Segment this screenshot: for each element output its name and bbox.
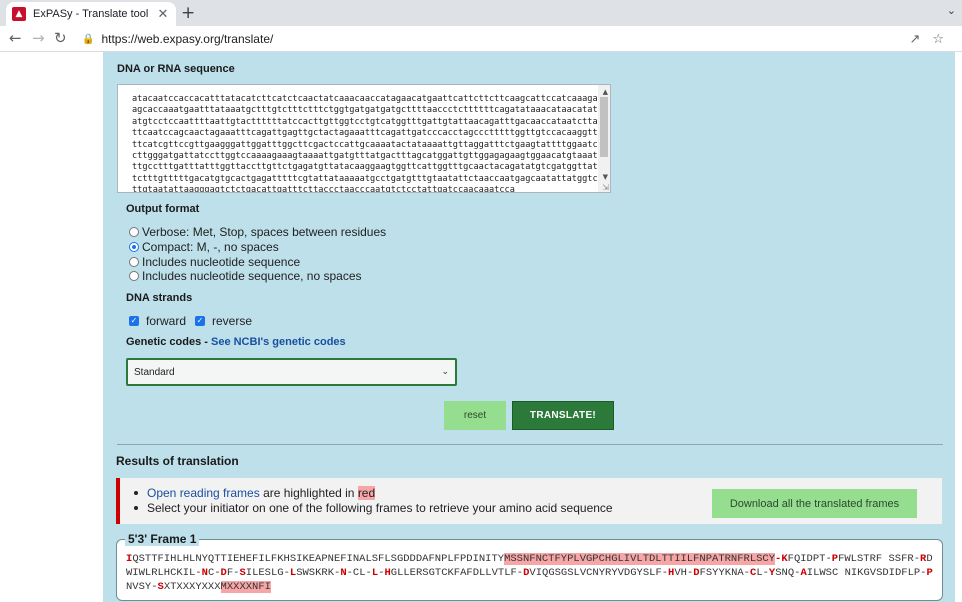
arrow-left-icon[interactable]: ← bbox=[9, 29, 22, 47]
browser-toolbar: ← → ↻ 🔒 https://web.expasy.org/translate… bbox=[0, 26, 962, 52]
sequence-segment: -CL- bbox=[346, 567, 372, 579]
genetic-codes-text: Genetic codes - bbox=[126, 336, 208, 348]
ncbi-genetic-codes-link[interactable]: See NCBI's genetic codes bbox=[211, 336, 346, 348]
scroll-thumb[interactable] bbox=[600, 97, 608, 157]
sequence-segment: L- bbox=[756, 567, 769, 579]
radio-button[interactable] bbox=[129, 271, 139, 281]
tab-title: ExPASy - Translate tool bbox=[33, 8, 149, 20]
scroll-up-icon[interactable]: ▲ bbox=[603, 88, 608, 96]
sequence-label: DNA or RNA sequence bbox=[117, 63, 235, 75]
radio-button[interactable] bbox=[129, 227, 139, 237]
orf-segment[interactable]: MSSNFNCTFYPLVGPCHGLIVLTDLTTIILFNPATRNFRL… bbox=[504, 553, 776, 565]
output-format-label: Output format bbox=[126, 203, 200, 215]
plus-icon[interactable]: + bbox=[181, 3, 195, 23]
sequence-segment: XTXXXYXXX bbox=[163, 581, 221, 593]
translate-panel: DNA or RNA sequence atacaatccaccacatttat… bbox=[103, 52, 955, 602]
sequence-segment: SNQ- bbox=[775, 567, 801, 579]
scrollbar[interactable]: ▲ ▼ bbox=[598, 85, 610, 192]
sequence-segment: SWSKRK- bbox=[296, 567, 341, 579]
strand-forward-label: forward bbox=[146, 314, 187, 328]
bullet bbox=[134, 491, 138, 495]
browser-tab[interactable]: ▲ ExPASy - Translate tool ✕ bbox=[6, 2, 176, 26]
sequence-segment: FSYYKNA- bbox=[699, 567, 750, 579]
star-icon[interactable]: ☆ bbox=[932, 32, 944, 47]
divider bbox=[117, 444, 943, 445]
residue-marker: P bbox=[926, 567, 933, 579]
expasy-logo-icon: ▲ bbox=[12, 7, 26, 21]
genetic-codes-label: Genetic codes - See NCBI's genetic codes bbox=[126, 336, 346, 348]
sequence-segment: C- bbox=[207, 567, 221, 579]
frame-1-title: 5'3' Frame 1 bbox=[125, 532, 200, 546]
sequence-segment: VH- bbox=[674, 567, 694, 579]
info-line-2: Select your initiator on one of the foll… bbox=[134, 501, 613, 515]
open-reading-frames-link[interactable]: Open reading frames bbox=[147, 486, 260, 500]
share-icon[interactable]: ↗ bbox=[909, 32, 920, 47]
bullet bbox=[134, 506, 138, 510]
lock-icon: 🔒 bbox=[82, 33, 95, 45]
genetic-code-select[interactable]: Standard ⌄ bbox=[126, 358, 457, 386]
scroll-down-icon[interactable]: ▼ bbox=[603, 173, 608, 181]
output-option-nucleotide[interactable]: Includes nucleotide sequence bbox=[129, 255, 300, 269]
resize-grip-icon[interactable]: ⇲ bbox=[602, 183, 609, 192]
frame-1-sequence[interactable]: IQSTTFIHLHLNYQTTIEHEFILFKHSIKEAPNEFINALS… bbox=[126, 552, 938, 594]
output-option-nucleotide-nospace[interactable]: Includes nucleotide sequence, no spaces bbox=[129, 269, 362, 283]
chevron-down-icon[interactable]: ⌄ bbox=[947, 4, 956, 17]
page-body: DNA or RNA sequence atacaatccaccacatttat… bbox=[0, 52, 962, 602]
sequence-segment: QSTTFIHLHLNYQTTIEHEFILFKHSIKEAPNEFINALSF… bbox=[132, 553, 505, 565]
checkbox-checked[interactable]: ✓ bbox=[129, 316, 139, 326]
output-option-label: Compact: M, -, no spaces bbox=[142, 240, 279, 254]
sequence-text: atacaatccaccacatttatacatcttcatctcaactatc… bbox=[132, 94, 598, 193]
dna-strands-label: DNA strands bbox=[126, 292, 193, 304]
sequence-segment: ILWSC NIKGVSDIDFLP- bbox=[806, 567, 927, 579]
translate-button[interactable]: TRANSLATE! bbox=[512, 401, 614, 430]
strand-reverse-label: reverse bbox=[212, 314, 253, 328]
output-option-compact[interactable]: Compact: M, -, no spaces bbox=[129, 240, 279, 254]
orf-segment[interactable]: MXXXXNFI bbox=[220, 581, 271, 593]
info-text: are highlighted in bbox=[259, 486, 358, 500]
checkbox-checked[interactable]: ✓ bbox=[195, 316, 205, 326]
output-option-verbose[interactable]: Verbose: Met, Stop, spaces between resid… bbox=[129, 225, 386, 239]
sequence-segment: FQIDPT- bbox=[787, 553, 832, 565]
strand-reverse-option[interactable]: ✓ reverse bbox=[195, 314, 252, 328]
close-icon[interactable]: ✕ bbox=[156, 7, 170, 22]
output-option-label: Includes nucleotide sequence, no spaces bbox=[142, 269, 362, 283]
address-bar[interactable]: 🔒 https://web.expasy.org/translate/ ↗ ☆ bbox=[74, 28, 954, 50]
radio-button-selected[interactable] bbox=[129, 242, 139, 252]
red-highlight-word: red bbox=[357, 486, 376, 500]
sequence-textarea[interactable]: atacaatccaccacatttatacatcttcatctcaactatc… bbox=[117, 84, 611, 193]
sequence-segment: F- bbox=[226, 567, 240, 579]
sequence-segment: FWLSTRF SSFR- bbox=[838, 553, 920, 565]
url-text: https://web.expasy.org/translate/ bbox=[101, 32, 274, 46]
radio-button[interactable] bbox=[129, 257, 139, 267]
arrow-right-icon[interactable]: → bbox=[32, 29, 45, 47]
sequence-segment: VIQGSGSLVCNYRYVDGYSLF- bbox=[529, 567, 669, 579]
chevron-down-icon: ⌄ bbox=[441, 367, 449, 377]
sequence-segment: GLLERSGTCKFAFDLLVTLF- bbox=[390, 567, 524, 579]
reload-icon[interactable]: ↻ bbox=[54, 29, 67, 47]
strand-forward-option[interactable]: ✓ forward bbox=[129, 314, 186, 328]
info-text-2: Select your initiator on one of the foll… bbox=[147, 501, 613, 515]
sequence-segment: NVSY- bbox=[126, 581, 158, 593]
reset-button[interactable]: reset bbox=[444, 401, 506, 430]
info-line-1: Open reading frames are highlighted in r… bbox=[134, 486, 376, 500]
sequence-segment: ILESLG- bbox=[245, 567, 290, 579]
output-option-label: Verbose: Met, Stop, spaces between resid… bbox=[142, 225, 387, 239]
frame-1-box: IQSTTFIHLHLNYQTTIEHEFILFKHSIKEAPNEFINALS… bbox=[116, 539, 943, 601]
genetic-code-value: Standard bbox=[134, 366, 175, 378]
results-info-box: Open reading frames are highlighted in r… bbox=[116, 478, 942, 524]
output-option-label: Includes nucleotide sequence bbox=[142, 255, 301, 269]
browser-tab-bar: ▲ ExPASy - Translate tool ✕ + ⌄ bbox=[0, 0, 962, 26]
results-title: Results of translation bbox=[116, 454, 239, 468]
download-frames-button[interactable]: Download all the translated frames bbox=[712, 489, 917, 518]
